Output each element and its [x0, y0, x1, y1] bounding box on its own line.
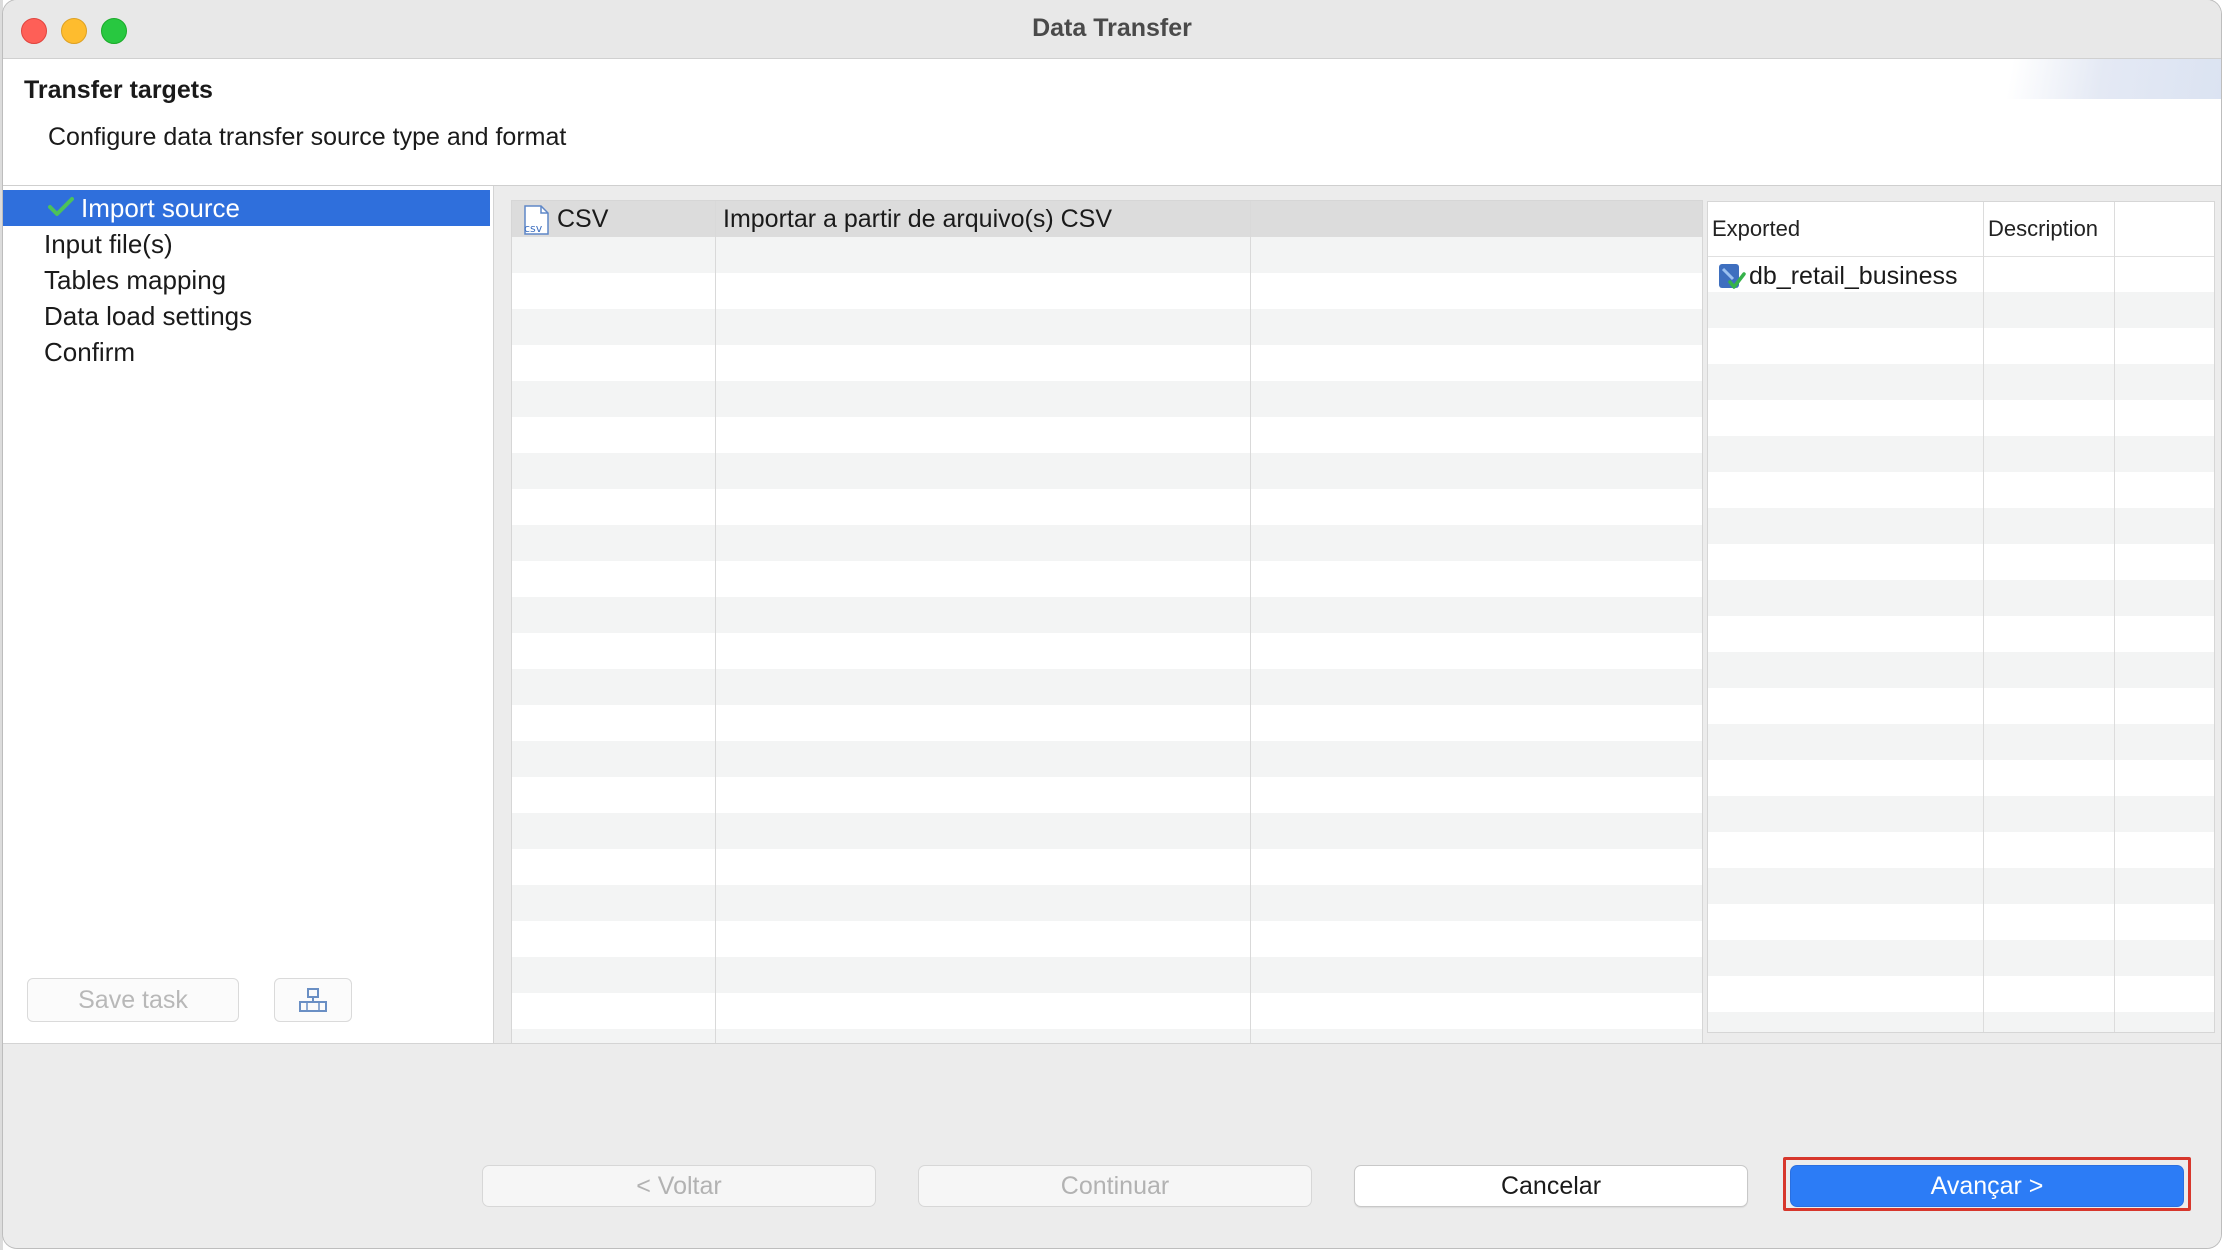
csv-file-icon: csv — [524, 205, 549, 235]
step-label: Import source — [81, 193, 240, 223]
column-header-description[interactable]: Description — [1988, 216, 2098, 242]
step-input-files[interactable]: Input file(s) — [3, 226, 490, 262]
wizard-content: Import source Input file(s) Tables mappi… — [3, 186, 2221, 1047]
step-label: Data load settings — [44, 301, 253, 331]
task-config-icon — [299, 988, 327, 1012]
data-transfer-window: Data Transfer Transfer targets Configure… — [3, 0, 2221, 1248]
step-confirm[interactable]: Confirm — [3, 334, 490, 370]
wizard-footer: < Voltar Continuar Cancelar Avançar > — [3, 1043, 2221, 1248]
task-config-button[interactable] — [274, 978, 352, 1022]
cancel-button[interactable]: Cancelar — [1354, 1165, 1748, 1207]
column-divider — [1983, 202, 1984, 1032]
source-name: CSV — [557, 205, 609, 233]
target-table: Exported Description db_retail_business — [1707, 201, 2215, 1033]
table-row-stripes — [1708, 256, 2214, 1032]
column-header-exported[interactable]: Exported — [1712, 216, 1800, 242]
step-import-source[interactable]: Import source — [3, 190, 490, 226]
step-data-load-settings[interactable]: Data load settings — [3, 298, 490, 334]
column-divider — [1250, 201, 1251, 1046]
step-label: Input file(s) — [44, 229, 173, 259]
column-divider — [2114, 202, 2115, 1032]
svg-text:csv: csv — [524, 222, 543, 235]
database-icon — [1719, 264, 1746, 289]
title-bar: Data Transfer — [3, 0, 2221, 59]
checkmark-icon — [48, 197, 74, 216]
page-subtitle: Configure data transfer source type and … — [48, 123, 567, 151]
window-title: Data Transfer — [1032, 14, 1192, 42]
column-divider — [715, 201, 716, 1046]
table-row-stripes — [512, 201, 1702, 1046]
step-label: Confirm — [44, 337, 136, 367]
table-row[interactable]: db_retail_business — [1749, 262, 1957, 291]
source-type-table: csv CSV Importar a partir de arquivo(s) … — [511, 200, 1703, 1047]
back-button[interactable]: < Voltar — [482, 1165, 876, 1207]
step-tables-mapping[interactable]: Tables mapping — [3, 262, 490, 298]
source-description: Importar a partir de arquivo(s) CSV — [723, 205, 1113, 233]
step-label: Tables mapping — [44, 265, 227, 295]
table-header: Exported Description — [1708, 202, 2214, 257]
wizard-header: Transfer targets Configure data transfer… — [3, 59, 2221, 186]
continue-button[interactable]: Continuar — [918, 1165, 1312, 1207]
header-banner — [1921, 59, 2221, 99]
wizard-steps-panel: Import source Input file(s) Tables mappi… — [3, 186, 494, 1043]
table-row[interactable]: csv CSV Importar a partir de arquivo(s) … — [512, 201, 1702, 237]
next-button[interactable]: Avançar > — [1790, 1165, 2184, 1207]
save-task-button[interactable]: Save task — [27, 978, 239, 1022]
page-title: Transfer targets — [24, 76, 213, 104]
